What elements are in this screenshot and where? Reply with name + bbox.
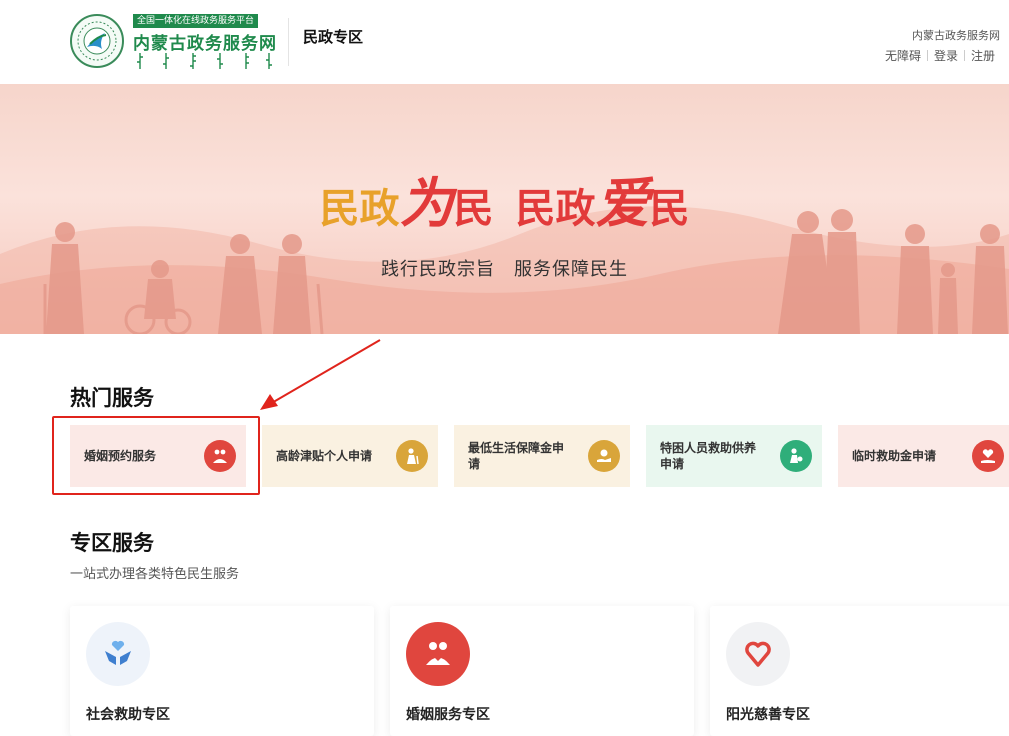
service-card-senior-allowance[interactable]: 高龄津贴个人申请: [262, 425, 438, 487]
zone-title: 民政专区: [303, 28, 364, 46]
zone-card-label: 阳光慈善专区: [726, 707, 810, 723]
service-card-minimum-living[interactable]: 最低生活保障金申请: [454, 425, 630, 487]
slogan-big2: 爱: [595, 171, 650, 235]
login-link[interactable]: 登录: [934, 49, 958, 63]
zone-services-title: 专区服务: [70, 531, 154, 555]
slogan-part2: 民政: [515, 185, 596, 232]
slogan-big1: 为: [399, 171, 454, 235]
heart-hand-icon: [972, 440, 1004, 472]
service-card-label: 特困人员救助供养申请: [660, 441, 757, 471]
user-links: 无障碍 登录 注册: [885, 47, 995, 64]
service-card-label: 临时救助金申请: [852, 449, 937, 463]
zone-services-subtitle: 一站式办理各类特色民生服务: [70, 567, 240, 582]
link-divider: [927, 50, 929, 61]
service-card-temporary-relief[interactable]: 临时救助金申请: [838, 425, 1009, 487]
slogan-mid2: 民: [649, 185, 690, 232]
zone-card-label: 社会救助专区: [86, 707, 170, 723]
logo-platform-tag: 全国一体化在线政务服务平台: [133, 14, 259, 28]
person-care-icon: [780, 440, 812, 472]
banner-slogan: 民政为民 民政爱民: [0, 159, 1009, 238]
mongolian-script-logo: [137, 53, 272, 69]
family-icon: [204, 440, 236, 472]
hands-heart-icon: [86, 622, 150, 686]
banner-subtitle: 践行民政宗旨 服务保障民生: [381, 259, 628, 280]
register-link[interactable]: 注册: [971, 49, 995, 63]
elderly-icon: [396, 440, 428, 472]
service-card-special-poverty[interactable]: 特困人员救助供养申请: [646, 425, 822, 487]
hero-banner: 民政为民 民政爱民 践行民政宗旨 服务保障民生: [0, 84, 1009, 334]
header-divider: [288, 18, 289, 66]
site-header: 全国一体化在线政务服务平台 内蒙古政务服务网 民政专区 内蒙古政务服务网 无障碍…: [0, 0, 1009, 84]
zone-card-sunshine-charity[interactable]: 阳光慈善专区: [710, 606, 1009, 736]
zone-card-marriage[interactable]: 婚姻服务专区: [390, 606, 694, 736]
link-divider: [964, 50, 966, 61]
service-card-label: 最低生活保障金申请: [468, 441, 565, 471]
logo-emblem-icon[interactable]: [70, 14, 124, 68]
accessibility-link[interactable]: 无障碍: [885, 49, 921, 63]
zone-card-label: 婚姻服务专区: [406, 707, 490, 723]
slogan-part1: 民政: [319, 185, 400, 232]
site-name-link[interactable]: 内蒙古政务服务网: [912, 27, 1000, 43]
hot-services-title: 热门服务: [70, 386, 154, 410]
hand-coin-icon: [588, 440, 620, 472]
family-icon: [406, 622, 470, 686]
service-card-label: 婚姻预约服务: [84, 449, 157, 463]
slogan-mid1: 民: [453, 185, 494, 232]
service-card-label: 高龄津贴个人申请: [276, 449, 373, 463]
zone-card-social-assistance[interactable]: 社会救助专区: [70, 606, 374, 736]
annotation-arrow: [260, 339, 381, 410]
service-card-marriage-booking[interactable]: 婚姻预约服务: [70, 425, 246, 487]
ribbon-heart-icon: [726, 622, 790, 686]
logo-site-name[interactable]: 内蒙古政务服务网: [133, 29, 277, 54]
